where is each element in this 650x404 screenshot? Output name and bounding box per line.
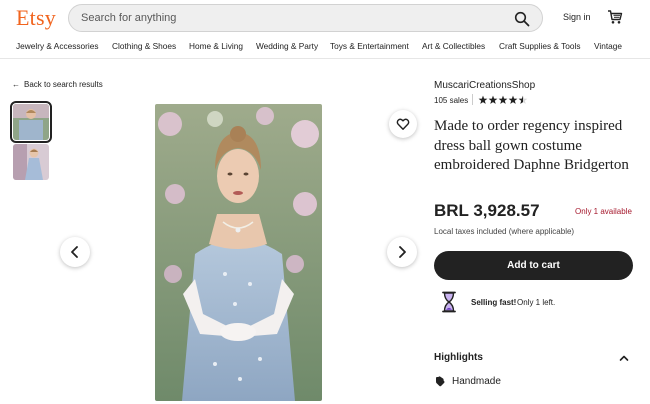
price: BRL 3,928.57 [434, 201, 540, 220]
previous-image-button[interactable] [60, 237, 90, 267]
thumbnail-image [13, 144, 49, 180]
category-wedding[interactable]: Wedding & Party [256, 41, 318, 51]
thumbnail-image [13, 104, 49, 140]
arrow-left-icon: ← [12, 80, 20, 89]
selling-fast-detail: Only 1 left. [517, 298, 556, 307]
favorite-button[interactable] [389, 110, 417, 138]
etsy-logo[interactable]: Etsy [16, 5, 56, 31]
thumbnail-1[interactable] [10, 101, 52, 143]
site-header: Etsy Search for anything Sign in [0, 0, 650, 36]
category-craft[interactable]: Craft Supplies & Tools [499, 41, 580, 51]
star-icon-filled [498, 95, 508, 104]
hourglass-icon [440, 291, 458, 313]
handmade-icon [436, 376, 445, 387]
shop-name[interactable]: MuscariCreationsShop [434, 80, 535, 91]
category-art[interactable]: Art & Collectibles [422, 41, 485, 51]
thumbnail-2[interactable] [13, 144, 49, 180]
sales-count: 105 sales [434, 96, 469, 105]
product-image [155, 104, 322, 401]
listing-title: Made to order regency inspired dress bal… [434, 118, 629, 173]
search-input[interactable]: Search for anything [81, 12, 176, 24]
cart-icon[interactable] [607, 9, 623, 25]
chevron-left-icon [71, 246, 78, 258]
back-link-label: Back to search results [24, 80, 103, 89]
star-icon-filled [508, 95, 518, 104]
chevron-up-icon[interactable] [619, 354, 629, 362]
chevron-right-icon [399, 246, 406, 258]
sign-in-link[interactable]: Sign in [563, 12, 591, 22]
star-icon-filled [488, 95, 498, 104]
search-icon[interactable] [514, 11, 530, 27]
next-image-button[interactable] [387, 237, 417, 267]
add-to-cart-button[interactable]: Add to cart [434, 251, 633, 280]
back-link[interactable]: ← Back to search results [12, 80, 103, 89]
category-home[interactable]: Home & Living [189, 41, 243, 51]
heart-icon [396, 118, 410, 130]
header-divider [0, 58, 650, 59]
selling-fast-label: Selling fast! [471, 298, 517, 307]
star-icon-filled [478, 95, 488, 104]
availability-note: Only 1 available [575, 207, 632, 216]
category-nav: Jewelry & Accessories Clothing & Shoes H… [0, 40, 650, 56]
star-rating[interactable] [478, 95, 528, 105]
category-vintage[interactable]: Vintage [594, 41, 622, 51]
highlight-item: Handmade [452, 376, 501, 387]
search-bar[interactable]: Search for anything [68, 4, 543, 32]
sales-divider [472, 94, 473, 105]
highlights-heading[interactable]: Highlights [434, 352, 483, 363]
tax-note: Local taxes included (where applicable) [434, 227, 575, 236]
category-clothing[interactable]: Clothing & Shoes [112, 41, 176, 51]
category-toys[interactable]: Toys & Entertainment [330, 41, 409, 51]
category-jewelry[interactable]: Jewelry & Accessories [16, 41, 99, 51]
